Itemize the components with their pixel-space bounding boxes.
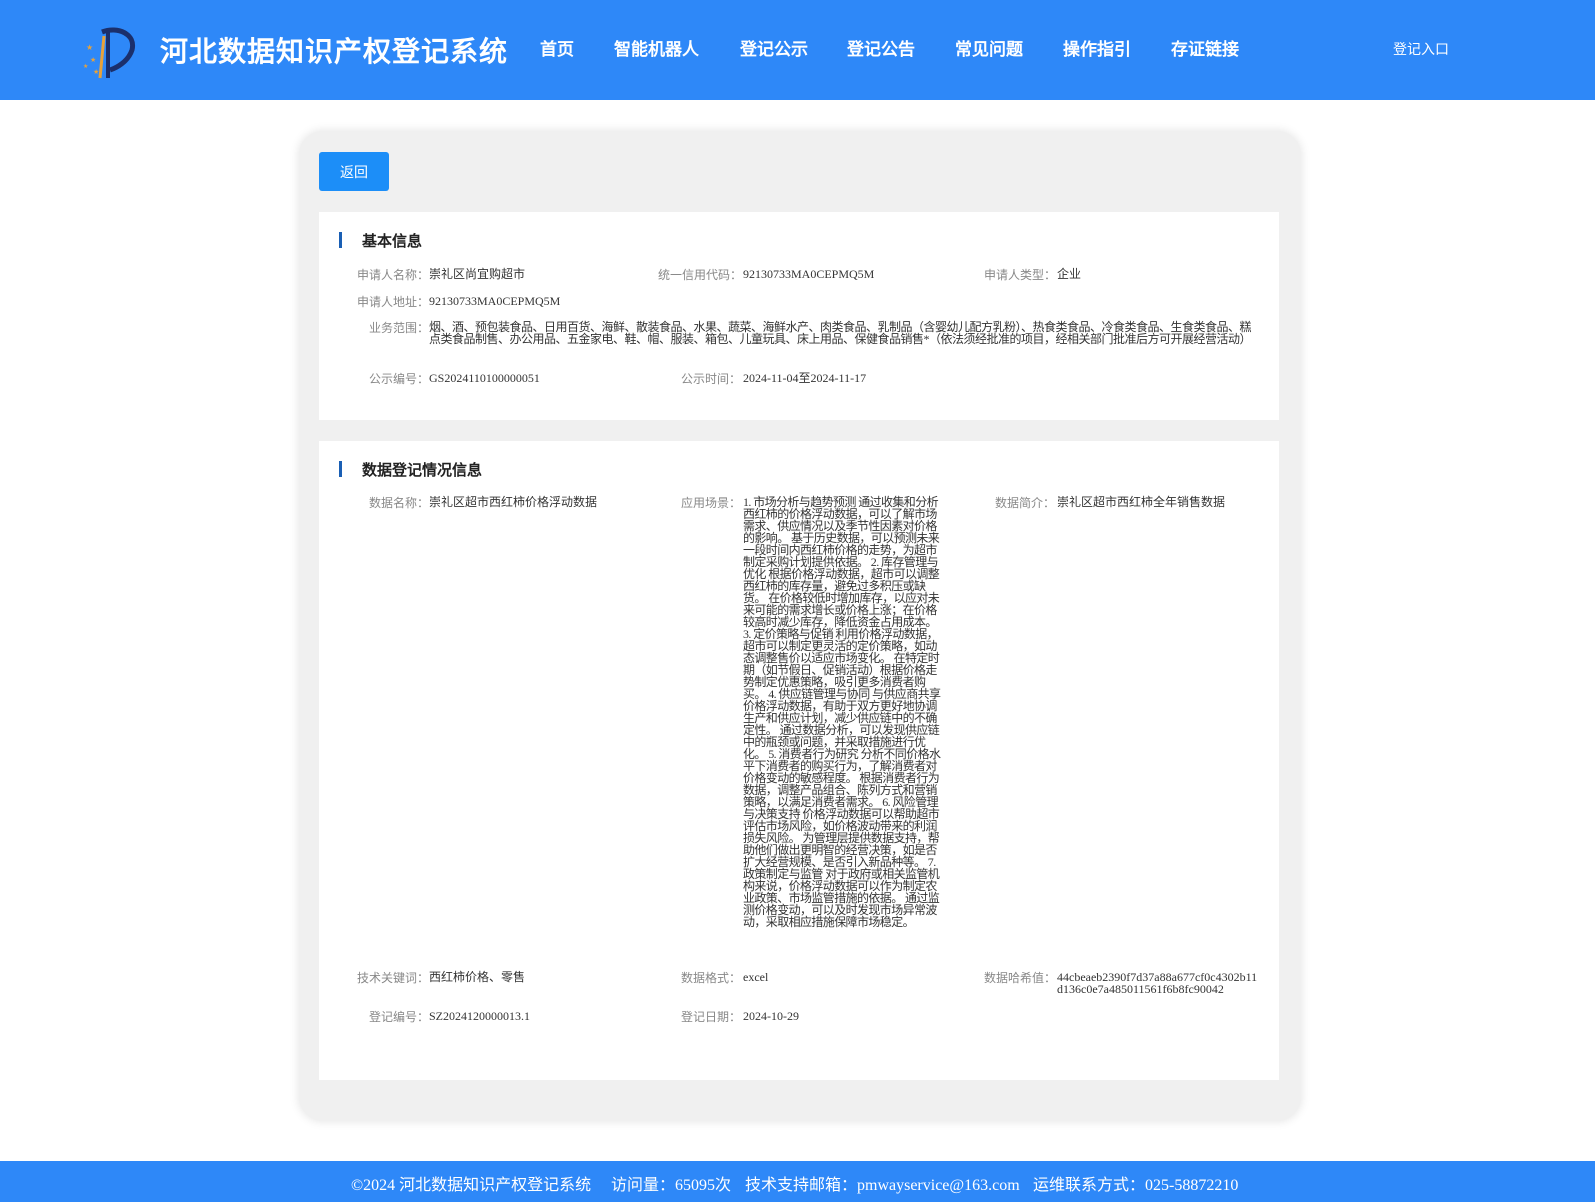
footer-ops-contact: 运维联系方式：025-58872210 [1033,1177,1239,1194]
keywords-label: 技术关键词： [357,971,430,985]
nav-evidence-link[interactable]: 存证链接 [1171,35,1239,60]
scope-label: 业务范围： [369,321,430,335]
credit-code-value: 92130733MA0CEPMQ5M [743,267,875,281]
nav-faq[interactable]: 常见问题 [955,35,1023,60]
footer-support-email: 技术支持邮箱：pmwayservice@163.com [745,1177,1020,1194]
basic-info-title: 基本信息 [362,232,423,250]
svg-text:★: ★ [90,56,96,64]
nav-guide[interactable]: 操作指引 [1063,35,1131,60]
format-label: 数据格式： [681,971,742,985]
detail-card: 返回 基本信息 申请人名称： 崇礼区尚宜购超市 统一信用代码： 92130733… [299,131,1301,1121]
keywords-value: 西红柿价格、零售 [429,970,526,984]
reg-no-value: SZ2024120000013.1 [429,1009,531,1023]
notice-time-value: 2024-11-04至2024-11-17 [743,371,867,385]
applicant-type-label: 申请人类型： [984,268,1057,282]
applicant-name-label: 申请人名称： [357,268,430,282]
site-title: 河北数据知识产权登记系统 [160,35,509,68]
notice-no-label: 公示编号： [369,372,430,386]
notice-time-label: 公示时间： [681,372,742,386]
nav-announcement[interactable]: 登记公告 [847,35,915,60]
data-name-label: 数据名称： [369,496,430,510]
top-header: ★ ★ ★ ★ 河北数据知识产权登记系统 首页 智能机器人 登记公示 登记公告 … [0,0,1595,100]
reg-date-label: 登记日期： [681,1010,742,1024]
logo-icon[interactable]: ★ ★ ★ ★ [80,24,138,80]
applicant-name-value: 崇礼区尚宜购超市 [429,267,526,281]
data-registration-panel: 数据登记情况信息 数据名称： 崇礼区超市西红柿价格浮动数据 应用场景： 1. 市… [319,441,1279,1080]
notice-no-value: GS2024110100000051 [429,371,540,385]
reg-no-label: 登记编号： [369,1010,430,1024]
credit-code-label: 统一信用代码： [658,268,743,282]
intro-value: 崇礼区超市西红柿全年销售数据 [1057,495,1226,509]
basic-info-panel: 基本信息 申请人名称： 崇礼区尚宜购超市 统一信用代码： 92130733MA0… [319,212,1279,420]
format-value: excel [743,970,769,984]
site-footer: ©2024 河北数据知识产权登记系统 访问量：65095次 技术支持邮箱：pmw… [0,1161,1595,1202]
address-value: 92130733MA0CEPMQ5M [429,294,561,308]
hash-value: 44cbeaeb2390f7d37a88a677cf0c4302b11d136c… [1057,970,1258,996]
svg-text:★: ★ [86,43,93,52]
login-link[interactable]: 登记入口 [1393,39,1449,59]
data-name-value: 崇礼区超市西红柿价格浮动数据 [429,495,598,509]
nav-robot[interactable]: 智能机器人 [614,35,699,60]
intro-label: 数据简介： [995,496,1056,510]
address-label: 申请人地址： [357,295,430,309]
applicant-type-value: 企业 [1057,267,1082,281]
scene-value: 1. 市场分析与趋势预测 通过收集和分析西红柿的价格浮动数据，可以了解市场需求、… [743,495,941,929]
hash-label: 数据哈希值： [984,971,1057,985]
nav-home[interactable]: 首页 [540,35,574,60]
scene-label: 应用场景： [681,496,742,510]
section-marker [339,232,342,248]
footer-copyright: ©2024 河北数据知识产权登记系统 [351,1177,592,1194]
data-registration-title: 数据登记情况信息 [362,461,483,479]
footer-visits: 访问量：65095次 [611,1177,732,1194]
nav-publicity[interactable]: 登记公示 [740,35,808,60]
reg-date-value: 2024-10-29 [743,1009,799,1023]
back-button[interactable]: 返回 [319,152,389,191]
svg-text:★: ★ [93,68,99,76]
svg-text:★: ★ [83,63,88,70]
scope-value: 烟、酒、预包装食品、日用百货、海鲜、散装食品、水果、蔬菜、海鲜水产、肉类食品、乳… [429,320,1252,346]
section-marker [339,461,342,477]
